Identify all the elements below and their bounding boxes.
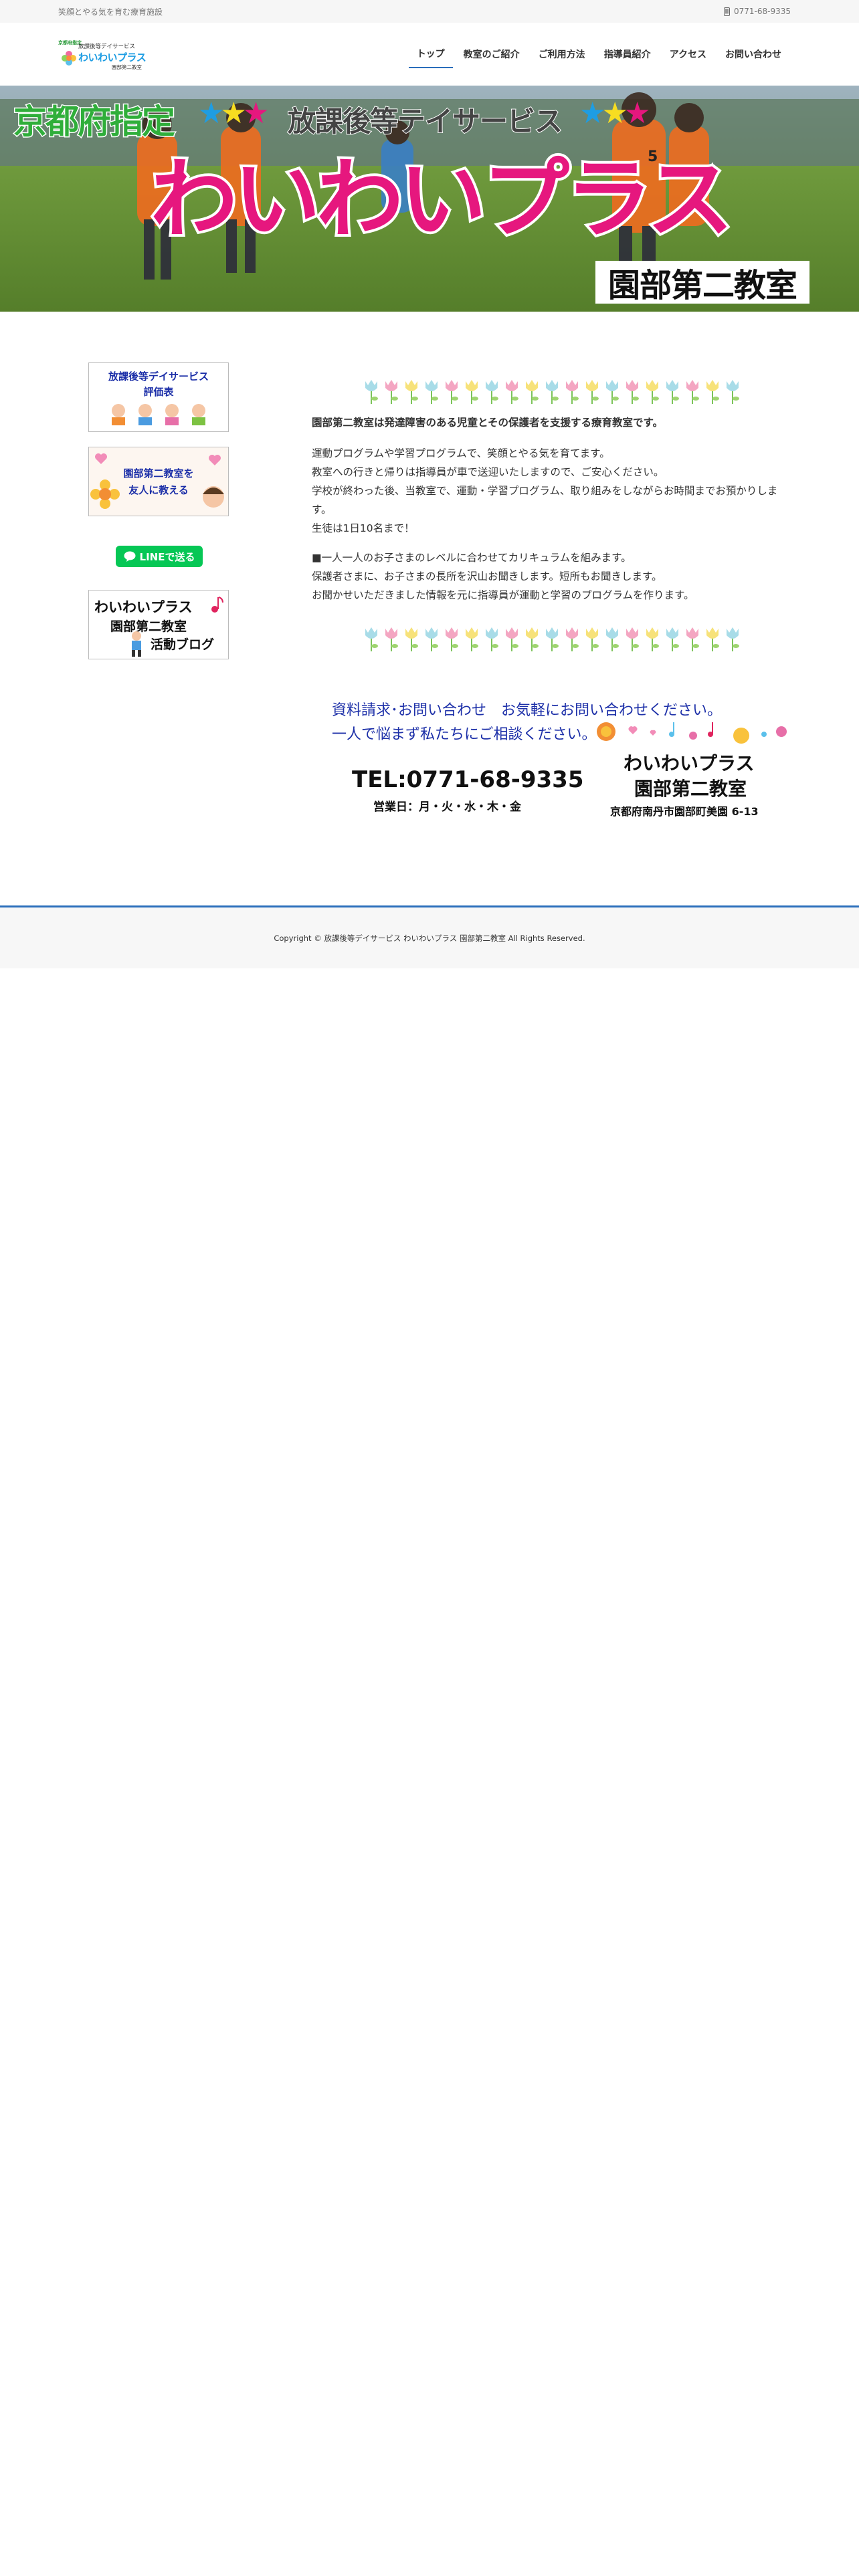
tulip — [546, 627, 559, 651]
contact-banner[interactable]: 資料請求･お問い合わせ お気軽にお問い合わせください。 一人で悩まず私たちにご相… — [312, 698, 793, 832]
hero-stars-right: ★★★ — [579, 96, 650, 130]
tulip — [706, 627, 719, 651]
copyright: Copyright © 放課後等デイサービス わいわいプラス 園部第二教室 Al… — [274, 933, 585, 943]
logo-flower-icon — [62, 51, 76, 66]
hero-prefecture: 京都府指定 — [13, 102, 177, 142]
hero-service: 放課後等テイサービス — [287, 104, 563, 138]
contact-line1: 資料請求･お問い合わせ お気軽にお問い合わせください。 — [332, 702, 723, 719]
heart-icon — [95, 453, 107, 464]
tulip — [626, 627, 639, 651]
tulip — [586, 627, 599, 651]
tulip — [646, 380, 659, 404]
curriculum-paragraph: ■一人一人のお子さまのレベルに合わせてカリキュラムを組みます。 保護者さまに、お… — [312, 552, 694, 601]
tulip — [486, 627, 498, 651]
banner-evaluation[interactable]: 放課後等デイサービス 評価表 — [88, 362, 229, 432]
contact-line2: 一人で悩まず私たちにご相談ください。 — [332, 726, 597, 743]
tulip — [365, 380, 378, 404]
sidebar: 放課後等デイサービス 評価表 園部第二教室を 友人に教える LINEで送る わい… — [88, 362, 230, 674]
children-illustration-icon — [112, 404, 205, 425]
line-share-button[interactable]: LINEで送る — [116, 546, 203, 567]
logo-line1: 放課後等デイサービス — [78, 43, 136, 50]
logo-name: わいわいプラス — [78, 51, 147, 64]
top-bar: 笑顔とやる気を育む療育施設 0771-68-9335 — [0, 0, 859, 23]
tulip — [405, 627, 418, 651]
hero-stars-left: ★★★ — [198, 96, 269, 130]
intro-paragraph: 運動プログラムや学習プログラムで、笑顔とやる気を育てます。 教室への行きと帰りは… — [312, 447, 778, 534]
tulip — [446, 380, 458, 404]
heart-icon — [209, 455, 221, 465]
tulip-row-icon — [365, 627, 739, 651]
logo-sub: 園部第二教室 — [112, 64, 142, 70]
tulip — [446, 627, 458, 651]
tulip — [385, 380, 398, 404]
hero-title: わいわいプラス — [148, 148, 736, 250]
tagline: 笑顔とやる気を育む療育施設 — [58, 7, 163, 17]
tulip — [666, 380, 679, 404]
contact-decoration-icon — [597, 722, 787, 744]
nav-item-access[interactable]: アクセス — [662, 40, 714, 68]
tulip — [385, 627, 398, 651]
hero-branch: 園部第二教室 — [595, 261, 809, 304]
contact-days: 営業日：月・火・水・木・金 — [373, 800, 521, 814]
tulip — [486, 380, 498, 404]
tulip-row-icon — [365, 380, 739, 404]
tulip — [506, 380, 518, 404]
tulip — [686, 627, 699, 651]
nav-item-usage[interactable]: ご利用方法 — [531, 40, 593, 68]
header-phone[interactable]: 0771-68-9335 — [723, 7, 791, 16]
tulip — [727, 627, 739, 651]
nav-item-contact[interactable]: お問い合わせ — [717, 40, 789, 68]
banner-activity-blog[interactable]: わいわいプラス 園部第二教室 活動ブログ — [88, 590, 229, 659]
tulip — [566, 380, 579, 404]
tulip — [606, 380, 619, 404]
tulip — [686, 380, 699, 404]
nav-item-top[interactable]: トップ — [408, 40, 453, 68]
tulip — [566, 627, 579, 651]
tulip — [405, 380, 418, 404]
nav-item-about[interactable]: 教室のご紹介 — [456, 40, 528, 68]
site-header: 京都府指定 放課後等デイサービス わいわいプラス 園部第二教室 トップ 教室のご… — [0, 23, 859, 86]
site-logo[interactable]: 京都府指定 放課後等デイサービス わいわいプラス 園部第二教室 — [58, 34, 160, 74]
header-phone-number: 0771-68-9335 — [733, 7, 791, 16]
lead-text: 園部第二教室は発達障害のある児童とその保護者を支援する療育教室です。 — [312, 417, 663, 429]
tulip — [626, 380, 639, 404]
contact-tel: TEL:0771-68-9335 — [352, 766, 584, 793]
tulip — [466, 627, 478, 651]
nav-item-staff[interactable]: 指導員紹介 — [596, 40, 659, 68]
tulip — [546, 380, 559, 404]
phone-icon — [723, 7, 730, 16]
flower-divider-bottom — [312, 625, 793, 654]
contact-branch: 園部第二教室 — [634, 778, 747, 800]
tulip — [606, 627, 619, 651]
main-content: 園部第二教室は発達障害のある児童とその保護者を支援する療育教室です。 運動プログ… — [312, 362, 793, 832]
tulip — [666, 627, 679, 651]
content-area: 放課後等デイサービス 評価表 園部第二教室を 友人に教える LINEで送る わい… — [0, 362, 859, 947]
tulip — [586, 380, 599, 404]
tulip — [526, 627, 539, 651]
contact-address: 京都府南丹市園部町美園 6-13 — [610, 805, 759, 818]
tulip — [526, 380, 539, 404]
main-nav: トップ 教室のご紹介 ご利用方法 指導員紹介 アクセス お問い合わせ — [408, 23, 789, 86]
tulip — [425, 627, 438, 651]
tulip — [425, 380, 438, 404]
sunflower-icon — [90, 479, 120, 509]
tulip — [365, 627, 378, 651]
banner-tell-friends[interactable]: 園部第二教室を 友人に教える — [88, 447, 229, 516]
child-face-icon — [203, 486, 224, 508]
flower-divider-top — [312, 377, 793, 407]
running-kid-icon — [132, 631, 141, 657]
music-note-icon — [211, 597, 223, 613]
tulip — [727, 380, 739, 404]
tulip — [506, 627, 518, 651]
line-icon — [124, 551, 136, 562]
tulip — [706, 380, 719, 404]
site-footer: Copyright © 放課後等デイサービス わいわいプラス 園部第二教室 Al… — [0, 905, 859, 968]
tulip — [646, 627, 659, 651]
contact-name: わいわいプラス — [624, 752, 755, 774]
hero-banner: 5 京都府指定 ★★★ 放課後等テイサービス ★★★ わいわいプラス 園部第二教… — [0, 86, 859, 312]
tulip — [466, 380, 478, 404]
